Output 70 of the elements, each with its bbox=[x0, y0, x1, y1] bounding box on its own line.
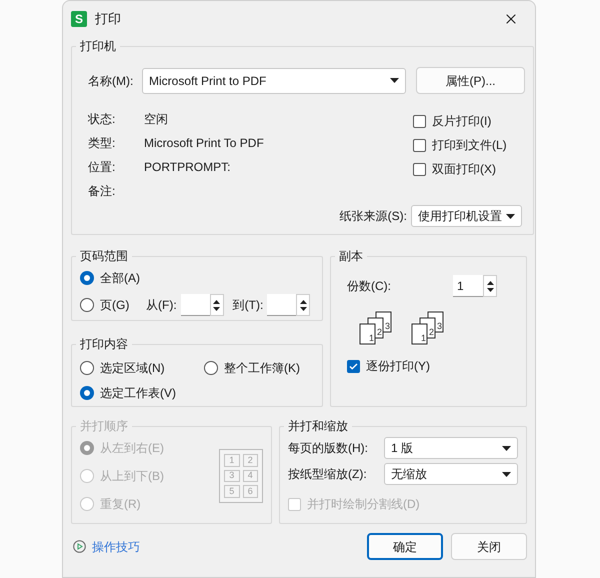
spin-buttons[interactable] bbox=[296, 294, 310, 316]
info-value: 空闲 bbox=[144, 110, 168, 128]
radio-button[interactable] bbox=[80, 298, 94, 312]
pages-per-sheet-dropdown[interactable]: 1 版 bbox=[384, 437, 518, 459]
info-value: PORTPROMPT: bbox=[144, 158, 230, 176]
radio-label: 选定工作表(V) bbox=[100, 385, 176, 402]
group-title: 副本 bbox=[338, 248, 364, 265]
page-number: 4 bbox=[242, 470, 258, 482]
checkbox[interactable] bbox=[413, 114, 426, 128]
number-field[interactable] bbox=[180, 294, 210, 316]
dropdown-caret-icon bbox=[506, 214, 515, 218]
dropdown-caret-icon bbox=[502, 446, 511, 450]
info-value: Microsoft Print To PDF bbox=[144, 134, 264, 152]
to-label: 到(T): bbox=[232, 297, 264, 314]
page-number: 6 bbox=[242, 485, 258, 498]
group-title: 并打顺序 bbox=[79, 418, 129, 435]
paper-source-dropdown[interactable]: 使用打印机设置 bbox=[411, 205, 522, 227]
spin-buttons[interactable] bbox=[483, 275, 497, 297]
radio-label: 全部(A) bbox=[100, 270, 140, 287]
radio-label: 从上到下(B) bbox=[100, 468, 164, 485]
group-title: 打印内容 bbox=[79, 336, 129, 353]
pages-per-sheet-label: 每页的版数(H): bbox=[288, 440, 369, 457]
dropdown-caret-icon bbox=[390, 78, 399, 83]
divider-label: 并打时绘制分割线(D) bbox=[307, 496, 420, 513]
scale-label: 按纸型缩放(Z): bbox=[288, 466, 368, 483]
info-label: 类型: bbox=[88, 134, 116, 152]
radio-label: 页(G) bbox=[100, 297, 130, 314]
page-number: 2 bbox=[242, 454, 258, 467]
checkbox[interactable] bbox=[347, 360, 360, 372]
radio-label: 整个工作簿(K) bbox=[224, 360, 300, 377]
option-label: 反片打印(I) bbox=[432, 113, 492, 130]
properties-button[interactable]: 属性(P)... bbox=[416, 67, 525, 94]
radio-button[interactable] bbox=[80, 361, 94, 375]
option-label: 打印到文件(L) bbox=[432, 137, 507, 154]
spin-buttons[interactable] bbox=[210, 294, 224, 316]
radio-button[interactable] bbox=[80, 386, 94, 400]
checkmark-icon bbox=[349, 362, 358, 370]
printer-dropdown[interactable]: Microsoft Print to PDF bbox=[142, 68, 406, 94]
collate-label: 逐份打印(Y) bbox=[366, 358, 430, 375]
tips-link[interactable]: 操作技巧 bbox=[73, 538, 140, 556]
group-title: 并打和缩放 bbox=[287, 418, 349, 435]
option-label: 双面打印(X) bbox=[432, 161, 496, 178]
dialog-button[interactable]: 确定 bbox=[367, 533, 443, 560]
radio-button[interactable] bbox=[80, 271, 94, 285]
dropdown-caret-icon bbox=[502, 472, 511, 476]
info-label: 位置: bbox=[88, 158, 116, 176]
page-number: 5 bbox=[224, 485, 240, 498]
group-title: 打印机 bbox=[79, 38, 117, 55]
checkbox[interactable] bbox=[413, 138, 426, 152]
radio-label: 选定区域(N) bbox=[100, 360, 165, 377]
window-title: 打印 bbox=[95, 10, 121, 28]
dialog-button[interactable]: 关闭 bbox=[451, 533, 527, 560]
number-field[interactable]: 1 bbox=[453, 275, 483, 297]
paper-source-label: 纸张来源(S): bbox=[340, 208, 407, 225]
scale-dropdown[interactable]: 无缩放 bbox=[384, 463, 518, 485]
copies-label: 份数(C): bbox=[347, 278, 392, 295]
page-number: 1 bbox=[224, 454, 240, 467]
info-label: 状态: bbox=[88, 110, 116, 128]
number-field[interactable] bbox=[267, 294, 296, 316]
radio-button[interactable] bbox=[204, 361, 218, 375]
radio-label: 重复(R) bbox=[100, 496, 141, 513]
printer-name-label: 名称(M): bbox=[88, 72, 134, 90]
checkbox[interactable] bbox=[413, 162, 426, 176]
play-icon bbox=[73, 540, 86, 553]
app-logo: S bbox=[71, 11, 87, 27]
page-number: 3 bbox=[224, 470, 240, 482]
from-label: 从(F): bbox=[146, 297, 177, 314]
group-title: 页码范围 bbox=[79, 248, 129, 265]
radio-label: 从左到右(E) bbox=[100, 440, 164, 457]
info-label: 备注: bbox=[88, 182, 116, 200]
